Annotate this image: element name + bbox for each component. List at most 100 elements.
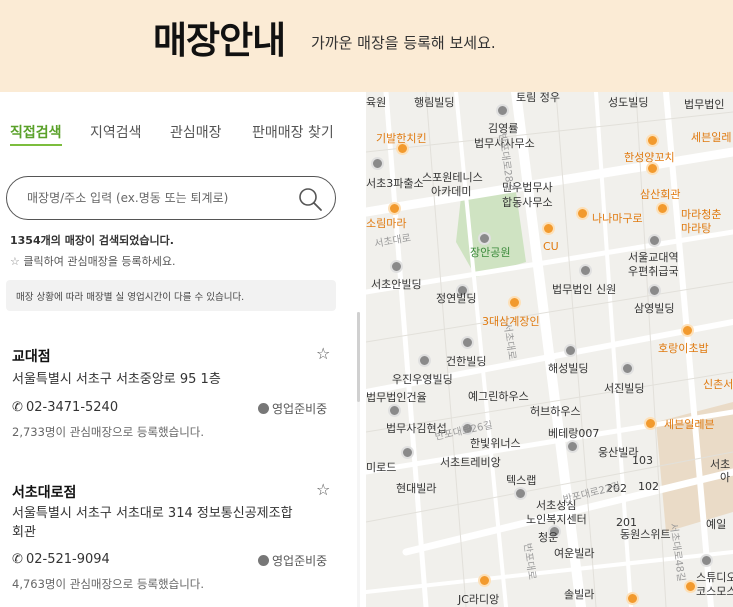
map-label: 허브하우스 bbox=[530, 405, 581, 418]
status-dot-icon bbox=[258, 555, 269, 566]
map-label: 동원스위트 bbox=[620, 528, 671, 541]
building-icon[interactable] bbox=[388, 404, 401, 417]
map-label: 성도빌딩 bbox=[608, 96, 649, 109]
map-label: 법무법인 신원 bbox=[552, 283, 617, 296]
star-outline-icon: ☆ bbox=[10, 255, 24, 268]
building-icon[interactable] bbox=[390, 260, 403, 273]
map-label: JC라디앙 bbox=[458, 593, 500, 606]
map-label: 코스모스 bbox=[696, 585, 733, 598]
map-label: 우진우영빌딩 bbox=[392, 373, 453, 386]
store-list-item[interactable]: 교대점 ☆ 서울특별시 서초구 서초중앙로 95 1층 ✆ 02-3471-524… bbox=[0, 344, 345, 456]
map-label: 청운 bbox=[538, 531, 559, 544]
map-label: 서초트레비앙 bbox=[440, 456, 501, 469]
map-label: 베테랑007 bbox=[548, 427, 600, 440]
post-office-icon[interactable] bbox=[648, 234, 661, 247]
result-count-number: 1354 bbox=[10, 234, 41, 247]
building-icon[interactable] bbox=[514, 487, 527, 500]
map-label: 한성양꼬치 bbox=[624, 151, 675, 164]
convenience-store-icon[interactable] bbox=[542, 222, 555, 235]
store-map[interactable]: 육원 행림빌딩 토림 정우 성도빌딩 법무법인 김영률 법무사사무소 기발한치킨… bbox=[366, 92, 733, 607]
building-icon[interactable] bbox=[564, 344, 577, 357]
page-header: 매장안내 가까운 매장을 등록해 보세요. bbox=[0, 0, 733, 92]
map-label: 예일 bbox=[706, 518, 727, 531]
search-input[interactable] bbox=[27, 188, 297, 208]
map-label: 여운빌라 bbox=[554, 547, 595, 560]
restaurant-icon[interactable] bbox=[681, 324, 694, 337]
phone-icon: ✆ bbox=[12, 400, 23, 415]
tab-find-sales-stores[interactable]: 판매매장 찾기 bbox=[252, 122, 334, 142]
map-label: 행림빌딩 bbox=[414, 96, 455, 109]
building-icon[interactable] bbox=[566, 440, 579, 453]
police-icon[interactable] bbox=[371, 157, 384, 170]
map-label: 합동사무소 bbox=[502, 196, 553, 209]
map-label: 육원 bbox=[366, 96, 387, 109]
store-list-item[interactable]: 서초대로점 ☆ 서울특별시 서초구 서초대로 314 정보통신공제조합회관 ✆ 0… bbox=[0, 480, 345, 602]
favorite-star-icon[interactable]: ☆ bbox=[316, 344, 330, 363]
building-icon[interactable] bbox=[496, 104, 509, 117]
map-label: 텍스랩 bbox=[506, 474, 537, 487]
map-label: 세븐일레븐 bbox=[664, 418, 715, 431]
page-title: 매장안내 bbox=[153, 19, 286, 62]
favorite-star-icon[interactable]: ☆ bbox=[316, 480, 330, 499]
map-label: 해성빌딩 bbox=[548, 362, 589, 375]
map-label: 신촌서 bbox=[703, 378, 733, 391]
store-status: 영업준비중 bbox=[258, 552, 327, 569]
restaurant-icon[interactable] bbox=[388, 202, 401, 215]
store-address: 서울특별시 서초구 서초대로 314 정보통신공제조합회관 bbox=[12, 506, 293, 540]
store-status-text: 영업준비중 bbox=[272, 402, 328, 416]
store-search-panel: 직접검색 지역검색 관심매장 판매매장 찾기 1354개의 매장이 검색되었습니… bbox=[0, 92, 366, 607]
restaurant-icon[interactable] bbox=[508, 296, 521, 309]
building-icon[interactable] bbox=[621, 362, 634, 375]
map-label: 한빛위너스 bbox=[470, 437, 521, 450]
map-label: 법무법인 bbox=[684, 98, 725, 111]
map-label: 정연빌딩 bbox=[436, 292, 477, 305]
map-label: 기발한치킨 bbox=[376, 132, 427, 145]
map-label: 미로드 bbox=[366, 461, 397, 474]
store-favorite-count: 4,763명이 관심매장으로 등록했습니다. bbox=[12, 577, 205, 591]
map-label: 마라탕 bbox=[681, 222, 712, 235]
store-phone: ✆ 02-521-9094 bbox=[12, 552, 110, 567]
store-address: 서울특별시 서초구 서초중앙로 95 1층 bbox=[12, 372, 221, 387]
building-icon[interactable] bbox=[579, 264, 592, 277]
tab-direct-search[interactable]: 직접검색 bbox=[10, 122, 62, 146]
map-label: 서초3파출소 bbox=[366, 177, 424, 190]
tab-favorite-stores[interactable]: 관심매장 bbox=[170, 122, 222, 142]
tab-region-search[interactable]: 지역검색 bbox=[90, 122, 142, 142]
building-icon[interactable] bbox=[418, 354, 431, 367]
building-icon[interactable] bbox=[648, 284, 661, 297]
store-phone-number: 02-521-9094 bbox=[26, 552, 110, 567]
map-label: 삼산회관 bbox=[640, 188, 681, 201]
favorite-hint: ☆ 클릭하여 관심매장을 등록하세요. bbox=[10, 253, 176, 269]
map-label: 서초안빌딩 bbox=[371, 278, 422, 291]
hours-notice-text: 매장 상황에 따라 매장별 실 영업시간이 다를 수 있습니다. bbox=[16, 292, 245, 303]
result-count-suffix: 개의 매장이 검색되었습니다. bbox=[40, 234, 174, 247]
restaurant-icon[interactable] bbox=[656, 202, 669, 215]
restaurant-icon[interactable] bbox=[626, 592, 639, 605]
map-label: 아 bbox=[720, 471, 731, 484]
restaurant-icon[interactable] bbox=[644, 417, 657, 430]
page-subtitle: 가까운 매장을 등록해 보세요. bbox=[311, 34, 496, 52]
store-name[interactable]: 서초대로점 bbox=[12, 482, 76, 502]
building-icon[interactable] bbox=[700, 554, 713, 567]
store-status: 영업준비중 bbox=[258, 400, 327, 417]
map-label: 호랑이초밥 bbox=[658, 342, 709, 355]
favorite-hint-text: 클릭하여 관심매장을 등록하세요. bbox=[23, 255, 176, 268]
map-label: 우편취급국 bbox=[628, 265, 679, 278]
map-label: 삼영빌딩 bbox=[634, 302, 675, 315]
map-label: CU bbox=[543, 240, 559, 253]
map-label: 102 bbox=[638, 480, 659, 493]
list-scrollbar-thumb[interactable] bbox=[357, 312, 360, 402]
map-label: 소림마라 bbox=[366, 217, 407, 230]
map-label: 솔빌라 bbox=[564, 588, 595, 601]
map-label: 나나마구로 bbox=[592, 212, 643, 225]
restaurant-icon[interactable] bbox=[478, 574, 491, 587]
store-phone-number: 02-3471-5240 bbox=[26, 400, 119, 415]
store-name[interactable]: 교대점 bbox=[12, 346, 51, 366]
building-icon[interactable] bbox=[461, 336, 474, 349]
result-count: 1354개의 매장이 검색되었습니다. bbox=[10, 232, 174, 248]
restaurant-icon[interactable] bbox=[646, 134, 659, 147]
search-icon[interactable] bbox=[297, 186, 323, 212]
restaurant-icon[interactable] bbox=[576, 207, 589, 220]
map-label: 아카데미 bbox=[431, 185, 472, 198]
building-icon[interactable] bbox=[401, 446, 414, 459]
